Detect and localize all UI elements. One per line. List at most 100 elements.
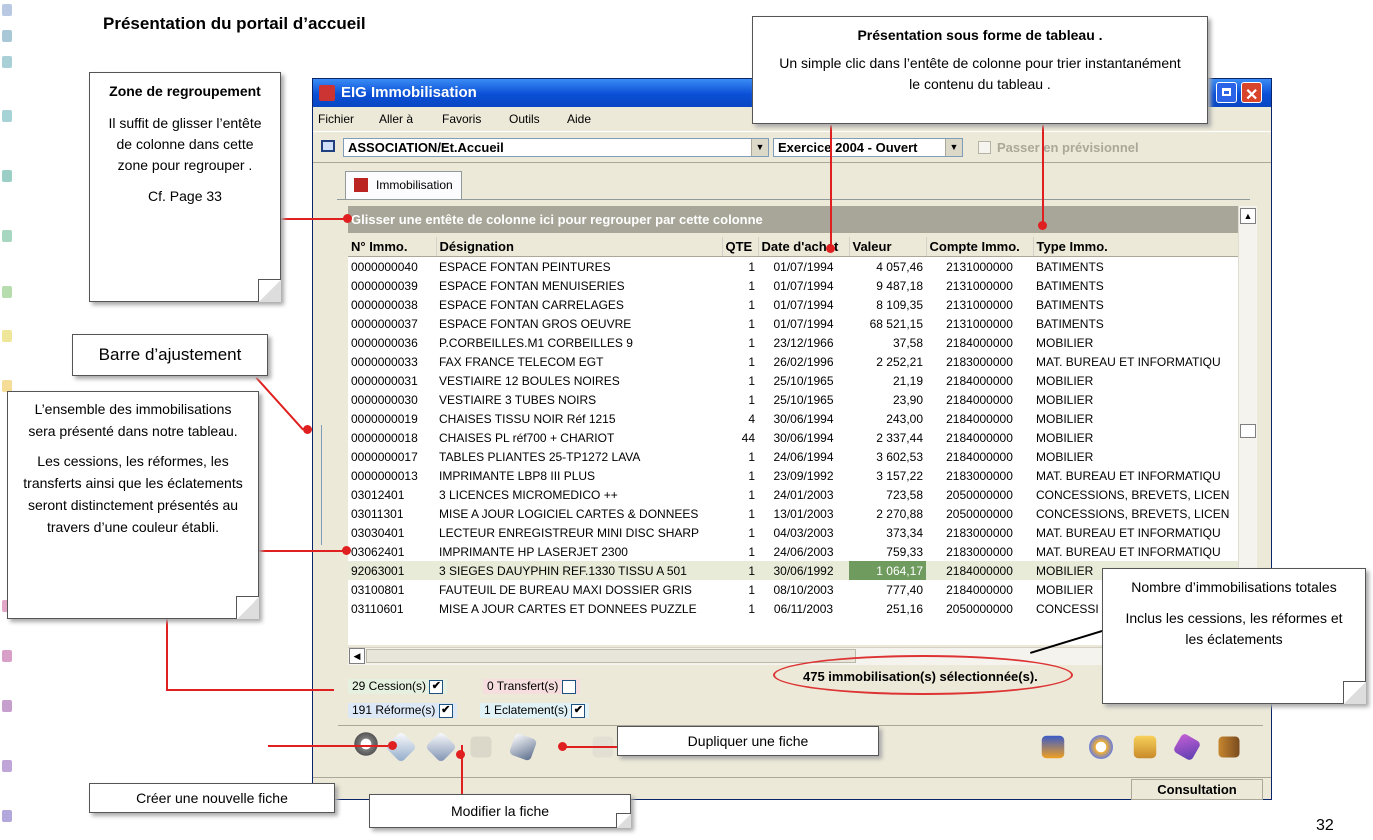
close-icon: ✕ <box>1245 87 1259 104</box>
column-header[interactable]: QTE <box>722 237 759 257</box>
menu-aller-a[interactable]: Aller à <box>379 112 413 126</box>
table-row[interactable]: 0000000036 P.CORBEILLES.M1 CORBEILLES 9 1 2… <box>348 333 1241 352</box>
table-cell: MISE A JOUR CARTES ET DONNEES PUZZLE <box>439 601 697 616</box>
table-cell: 03030401 <box>351 525 405 540</box>
table-cell: 1 <box>748 468 755 483</box>
scroll-up-button[interactable]: ▲ <box>1240 208 1256 224</box>
book-icon[interactable] <box>1172 732 1202 762</box>
table-cell: 0000000033 <box>351 354 418 369</box>
eclatement-checkbox[interactable]: ✔ <box>571 703 586 718</box>
table-cell: LECTEUR ENREGISTREUR MINI DISC SHARP <box>439 525 700 540</box>
maximize-button[interactable] <box>1216 82 1237 103</box>
table-cell: MOBILIER <box>1036 335 1094 350</box>
table-cell: 2183000000 <box>946 468 1013 483</box>
callout-dupliquer: Dupliquer une fiche <box>617 726 879 756</box>
callout-dot <box>343 214 352 223</box>
table-cell: 30/06/1994 <box>773 430 834 445</box>
table-cell: MOBILIER <box>1036 430 1094 445</box>
table-row[interactable]: 03062401 IMPRIMANTE HP LASERJET 2300 1 24/0… <box>348 542 1241 561</box>
reforme-checkbox[interactable]: ✔ <box>438 703 453 718</box>
cession-checkbox[interactable]: ✔ <box>429 679 444 694</box>
exercice-select[interactable]: Exercice 2004 - Ouvert ▼ <box>773 138 963 157</box>
callout-nombre: Nombre d’immobilisations totales Inclus … <box>1102 568 1366 704</box>
menu-favoris[interactable]: Favoris <box>442 112 481 126</box>
table-cell: 03011301 <box>351 506 404 521</box>
association-select[interactable]: ASSOCIATION/Et.Accueil ▼ <box>343 138 769 157</box>
table-row[interactable]: 0000000017 TABLES PLIANTES 25-TP1272 LAVA… <box>348 447 1241 466</box>
table-row[interactable]: 0000000018 CHAISES PL réf700 + CHARIOT 44 3… <box>348 428 1241 447</box>
chevron-down-icon[interactable]: ▼ <box>751 139 768 156</box>
chevron-down-icon[interactable]: ▼ <box>945 139 962 156</box>
table-cell: 03100801 <box>351 582 405 597</box>
callout-dot <box>456 750 465 759</box>
table-cell: 2184000000 <box>946 373 1013 388</box>
table-row[interactable]: 03012401 3 LICENCES MICROMEDICO ++ 1 24/01/… <box>348 485 1241 504</box>
table-row[interactable]: 0000000030 VESTIAIRE 3 TUBES NOIRS 1 25/10/… <box>348 390 1241 409</box>
duplicate-icon[interactable] <box>508 732 538 762</box>
table-row[interactable]: 0000000019 CHAISES TISSU NOIR Réf 1215 4 30… <box>348 409 1241 428</box>
callout-ensemble-p2: Les cessions, les réformes, les transfer… <box>23 453 243 535</box>
table-cell: 01/07/1994 <box>773 316 834 331</box>
table-cell: 723,58 <box>886 487 923 502</box>
table-cell: MISE A JOUR LOGICIEL CARTES & DONNEES <box>439 506 699 521</box>
refresh-icon[interactable] <box>1089 735 1113 759</box>
table-row[interactable]: 0000000038 ESPACE FONTAN CARRELAGES 1 01/07… <box>348 295 1241 314</box>
exit-door-icon[interactable] <box>1218 736 1240 758</box>
table-cell: 06/11/2003 <box>773 601 834 616</box>
table-row[interactable]: 0000000013 IMPRIMANTE LBP8 III PLUS 1 23/09… <box>348 466 1241 485</box>
table-cell: 2 252,21 <box>876 354 923 369</box>
column-header[interactable]: Date d'achat <box>758 237 850 257</box>
tools-icon[interactable] <box>1041 735 1065 759</box>
previsionnel-checkbox[interactable] <box>978 141 991 154</box>
callout-nombre-p1: Nombre d’immobilisations totales <box>1131 579 1337 595</box>
callout-dot <box>1038 221 1047 230</box>
scroll-left-button[interactable]: ◀ <box>349 648 365 664</box>
menu-outils[interactable]: Outils <box>509 112 540 126</box>
table-cell: 24/06/2003 <box>773 544 834 559</box>
transfert-checkbox[interactable] <box>561 679 576 694</box>
column-header[interactable]: Compte Immo. <box>926 237 1034 257</box>
scroll-thumb[interactable] <box>1240 424 1256 438</box>
delete-icon[interactable] <box>470 736 492 758</box>
search-icon[interactable] <box>348 732 378 762</box>
table-cell: 9 487,18 <box>876 278 923 293</box>
table-row[interactable]: 03030401 LECTEUR ENREGISTREUR MINI DISC S… <box>348 523 1241 542</box>
table-cell: CHAISES TISSU NOIR Réf 1215 <box>439 411 616 426</box>
table-cell: MAT. BUREAU ET INFORMATIQU <box>1036 525 1221 540</box>
grid-view-icon[interactable] <box>321 140 335 152</box>
table-cell: 1 <box>748 449 755 464</box>
edit-sheet-icon[interactable] <box>425 731 457 763</box>
table-cell: MAT. BUREAU ET INFORMATIQU <box>1036 468 1221 483</box>
table-row[interactable]: 0000000031 VESTIAIRE 12 BOULES NOIRES 1 25/… <box>348 371 1241 390</box>
column-header[interactable]: Désignation <box>436 237 723 257</box>
table-row[interactable]: 0000000039 ESPACE FONTAN MENUISERIES 1 01/0… <box>348 276 1241 295</box>
table-row[interactable]: 0000000037 ESPACE FONTAN GROS OEUVRE 1 01/0… <box>348 314 1241 333</box>
table-cell: 2050000000 <box>946 487 1013 502</box>
table-cell: FAUTEUIL DE BUREAU MAXI DOSSIER GRIS <box>439 582 692 597</box>
table-cell: 1 <box>748 487 755 502</box>
column-header[interactable]: N° Immo. <box>348 237 437 257</box>
table-cell: 2183000000 <box>946 525 1013 540</box>
tab-immobilisation[interactable]: Immobilisation <box>345 171 462 199</box>
table-cell: 2184000000 <box>926 561 1033 580</box>
table-row[interactable]: 03011301 MISE A JOUR LOGICIEL CARTES & DO… <box>348 504 1241 523</box>
adjustment-bar[interactable] <box>321 425 332 545</box>
table-cell: CHAISES PL réf700 + CHARIOT <box>439 430 615 445</box>
printer-icon[interactable] <box>1133 735 1157 759</box>
horizontal-scroll-thumb[interactable] <box>366 649 856 663</box>
table-cell: 2131000000 <box>946 316 1013 331</box>
table-cell: 01/07/1994 <box>773 278 834 293</box>
group-by-zone[interactable]: Glisser une entête de colonne ici pour r… <box>348 206 1238 233</box>
table-row[interactable]: 0000000040 ESPACE FONTAN PEINTURES 1 01/07/… <box>348 257 1241 277</box>
table-row[interactable]: 0000000033 FAX FRANCE TELECOM EGT 1 26/02/1… <box>348 352 1241 371</box>
table-cell: 03062401 <box>351 544 405 559</box>
table-cell: 23/09/1992 <box>773 468 834 483</box>
table-cell: 8 109,35 <box>876 297 923 312</box>
table-cell: BATIMENTS <box>1036 259 1104 274</box>
close-button[interactable]: ✕ <box>1241 82 1262 104</box>
column-header[interactable]: Type Immo. <box>1033 237 1241 257</box>
menu-aide[interactable]: Aide <box>567 112 591 126</box>
column-header[interactable]: Valeur <box>849 237 927 257</box>
table-cell: VESTIAIRE 12 BOULES NOIRES <box>439 373 620 388</box>
menu-fichier[interactable]: Fichier <box>318 112 354 126</box>
